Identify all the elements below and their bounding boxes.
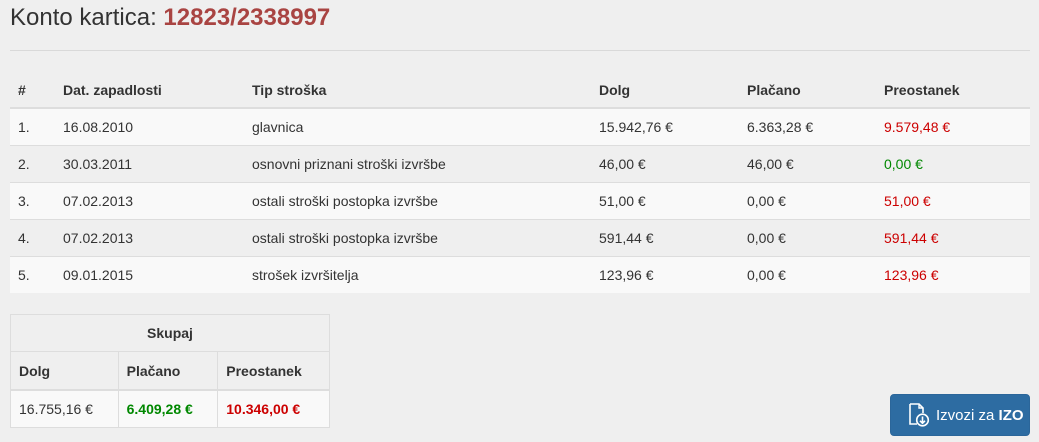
summary-header-debt: Dolg — [10, 351, 119, 391]
row-due-date: 09.01.2015 — [55, 256, 244, 293]
summary-table: Skupaj Dolg Plačano Preostanek 16.755,16… — [10, 314, 330, 428]
column-header-due-date: Dat. zapadlosti — [55, 72, 244, 109]
row-debt: 15.942,76 € — [591, 107, 739, 146]
account-number: 12823/2338997 — [163, 4, 331, 31]
export-izo-button[interactable]: Izvozi za IZO — [890, 394, 1030, 436]
row-debt: 123,96 € — [591, 256, 739, 293]
page-title-prefix: Konto kartica: — [10, 4, 157, 31]
row-paid: 0,00 € — [739, 256, 876, 293]
row-debt: 46,00 € — [591, 145, 739, 183]
row-paid: 0,00 € — [739, 219, 876, 257]
column-header-paid: Plačano — [739, 72, 876, 109]
row-remaining: 9.579,48 € — [876, 107, 1030, 146]
column-header-num: # — [10, 72, 55, 109]
row-cost-type: strošek izvršitelja — [244, 256, 591, 293]
row-cost-type: ostali stroški postopka izvršbe — [244, 219, 591, 257]
row-num: 1. — [10, 107, 55, 146]
table-row: 3. 07.02.2013 ostali stroški postopka iz… — [10, 182, 1030, 220]
row-num: 2. — [10, 145, 55, 183]
summary-total-paid: 6.409,28 € — [117, 389, 219, 428]
file-download-icon — [908, 403, 930, 427]
summary-total-debt: 16.755,16 € — [10, 389, 119, 428]
row-due-date: 30.03.2011 — [55, 145, 244, 183]
row-paid: 0,00 € — [739, 182, 876, 220]
summary-header-row: Dolg Plačano Preostanek — [10, 351, 330, 391]
table-row: 1. 16.08.2010 glavnica 15.942,76 € 6.363… — [10, 107, 1030, 146]
row-cost-type: osnovni priznani stroški izvršbe — [244, 145, 591, 183]
table-header-row: # Dat. zapadlosti Tip stroška Dolg Plača… — [10, 72, 1030, 109]
summary-header-remaining: Preostanek — [217, 351, 330, 391]
table-row: 5. 09.01.2015 strošek izvršitelja 123,96… — [10, 256, 1030, 293]
column-header-cost-type: Tip stroška — [244, 72, 591, 109]
table-row: 4. 07.02.2013 ostali stroški postopka iz… — [10, 219, 1030, 257]
summary-values-row: 16.755,16 € 6.409,28 € 10.346,00 € — [10, 389, 330, 428]
column-header-remaining: Preostanek — [876, 72, 1030, 109]
export-button-label: Izvozi za IZO — [936, 407, 1024, 424]
account-entries-table: # Dat. zapadlosti Tip stroška Dolg Plača… — [10, 72, 1030, 293]
export-button-label-prefix: Izvozi za — [936, 406, 995, 424]
summary-caption: Skupaj — [10, 314, 330, 352]
row-due-date: 07.02.2013 — [55, 182, 244, 220]
row-debt: 591,44 € — [591, 219, 739, 257]
title-divider — [10, 50, 1030, 51]
column-header-debt: Dolg — [591, 72, 739, 109]
row-remaining: 591,44 € — [876, 219, 1030, 257]
summary-header-paid: Plačano — [117, 351, 219, 391]
row-num: 5. — [10, 256, 55, 293]
row-cost-type: glavnica — [244, 107, 591, 146]
export-button-label-bold: IZO — [998, 406, 1024, 424]
summary-total-remaining: 10.346,00 € — [217, 389, 330, 428]
row-remaining: 51,00 € — [876, 182, 1030, 220]
row-due-date: 16.08.2010 — [55, 107, 244, 146]
row-remaining: 123,96 € — [876, 256, 1030, 293]
row-num: 4. — [10, 219, 55, 257]
row-remaining: 0,00 € — [876, 145, 1030, 183]
row-paid: 46,00 € — [739, 145, 876, 183]
row-paid: 6.363,28 € — [739, 107, 876, 146]
row-debt: 51,00 € — [591, 182, 739, 220]
table-row: 2. 30.03.2011 osnovni priznani stroški i… — [10, 145, 1030, 183]
page-title: Konto kartica: 12823/2338997 — [10, 3, 330, 33]
row-cost-type: ostali stroški postopka izvršbe — [244, 182, 591, 220]
row-due-date: 07.02.2013 — [55, 219, 244, 257]
summary-caption-row: Skupaj — [10, 314, 330, 352]
account-card-page: Konto kartica: 12823/2338997 # Dat. zapa… — [0, 0, 1039, 442]
row-num: 3. — [10, 182, 55, 220]
